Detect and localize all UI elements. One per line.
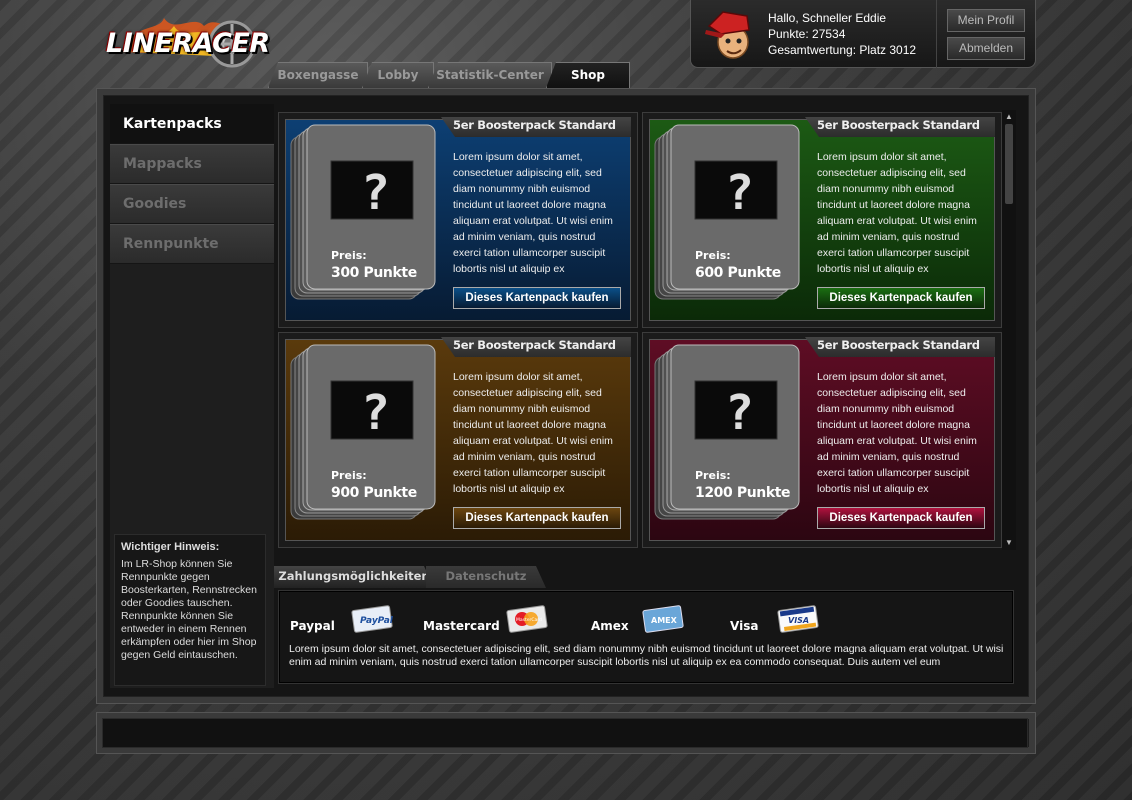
user-panel: Hallo, Schneller Eddie Punkte: 27534 Ges… [690,0,1036,68]
pack-description: Lorem ipsum dolor sit amet, consectetuer… [817,371,977,495]
scroll-up-icon[interactable]: ▲ [1004,112,1014,122]
sidebar-item-mappacks[interactable]: Mappacks [110,144,274,184]
important-notice: Wichtiger Hinweis: Im LR-Shop können Sie… [114,534,266,686]
svg-text:MasterCard: MasterCard [516,617,542,623]
mastercard-card-icon: MasterCard [506,605,548,633]
svg-text:?: ? [725,385,754,441]
user-greeting: Hallo, Schneller Eddie [768,11,887,25]
amex-label: Amex [591,619,629,633]
payment-text: Lorem ipsum dolor sit amet, consectetuer… [289,643,1004,668]
svg-text:VISA: VISA [788,616,809,625]
pack-title: 5er Boosterpack Standard [453,118,616,132]
pack-description: Lorem ipsum dolor sit amet, consectetuer… [453,151,613,275]
buy-pack-button[interactable]: Dieses Kartenpack kaufen [453,287,621,309]
pack-description: Lorem ipsum dolor sit amet, consectetuer… [453,371,613,495]
tab-zahlungsmoeglichkeiten[interactable]: Zahlungsmöglichkeiten [274,566,434,588]
sidebar-item-goodies[interactable]: Goodies [110,184,274,224]
tab-shop[interactable]: Shop [546,62,630,88]
user-info: Hallo, Schneller Eddie Punkte: 27534 Ges… [768,10,916,58]
user-points: Punkte: 27534 [768,27,846,41]
footer-bar [102,718,1028,748]
pack-card: 5er Boosterpack Standard ? Preis: 900 Pu… [278,332,638,548]
visa-card-icon: VISA [777,605,819,633]
payment-panel: Paypal PayPal Mastercard MasterCard Amex… [278,590,1014,684]
svg-text:?: ? [361,165,390,221]
svg-text:PayPal: PayPal [360,616,393,626]
pack-card: 5er Boosterpack Standard ? Preis: 600 Pu… [642,112,1002,328]
tab-statistik-center[interactable]: Statistik-Center [428,62,552,88]
visa-label: Visa [730,619,759,633]
user-ranking: Gesamtwertung: Platz 3012 [768,43,917,57]
sidebar-item-kartenpacks[interactable]: Kartenpacks [110,104,274,144]
buy-pack-button[interactable]: Dieses Kartenpack kaufen [817,287,985,309]
pack-title: 5er Boosterpack Standard [817,118,980,132]
buy-pack-button[interactable]: Dieses Kartenpack kaufen [453,507,621,529]
pack-description: Lorem ipsum dolor sit amet, consectetuer… [817,151,977,275]
price-value: 600 Punkte [695,265,781,281]
svg-text:?: ? [725,165,754,221]
notice-text: Im LR-Shop können Sie Rennpunkte gegen B… [121,558,257,661]
pack-scrollbar[interactable]: ▲ ▼ [1002,110,1016,550]
pack-card: 5er Boosterpack Standard ? Preis: 1200 P… [642,332,1002,548]
pack-title: 5er Boosterpack Standard [453,338,616,352]
price-label: Preis: [331,249,367,262]
tab-datenschutz[interactable]: Datenschutz [426,566,546,588]
paypal-card-icon: PayPal [351,605,393,633]
pack-title: 5er Boosterpack Standard [817,338,980,352]
scroll-down-icon[interactable]: ▼ [1004,538,1014,548]
price-label: Preis: [695,249,731,262]
tab-boxengasse[interactable]: Boxengasse [268,62,368,88]
buy-pack-button[interactable]: Dieses Kartenpack kaufen [817,507,985,529]
price-value: 900 Punkte [331,485,417,501]
price-label: Preis: [695,469,731,482]
price-value: 300 Punkte [331,265,417,281]
price-label: Preis: [331,469,367,482]
sidebar: Kartenpacks Mappacks Goodies Rennpunkte … [110,104,274,688]
pack-grid: 5er Boosterpack Standard ? Preis: 300 Pu… [276,110,1002,550]
mastercard-label: Mastercard [423,619,500,633]
scroll-thumb[interactable] [1005,124,1013,204]
avatar[interactable] [703,8,755,60]
lineracer-logo[interactable]: LINERACER [104,12,270,72]
logo-text: LINERACER [106,28,270,59]
profile-button[interactable]: Mein Profil [947,9,1025,32]
tab-lobby[interactable]: Lobby [362,62,434,88]
svg-text:?: ? [361,385,390,441]
divider [936,0,937,68]
svg-text:AMEX: AMEX [651,616,678,625]
pack-card: 5er Boosterpack Standard ? Preis: 300 Pu… [278,112,638,328]
price-value: 1200 Punkte [695,485,791,501]
amex-card-icon: AMEX [642,605,684,633]
sidebar-item-rennpunkte[interactable]: Rennpunkte [110,224,274,264]
notice-title: Wichtiger Hinweis: [121,541,220,553]
paypal-label: Paypal [290,619,335,633]
logout-button[interactable]: Abmelden [947,37,1025,60]
